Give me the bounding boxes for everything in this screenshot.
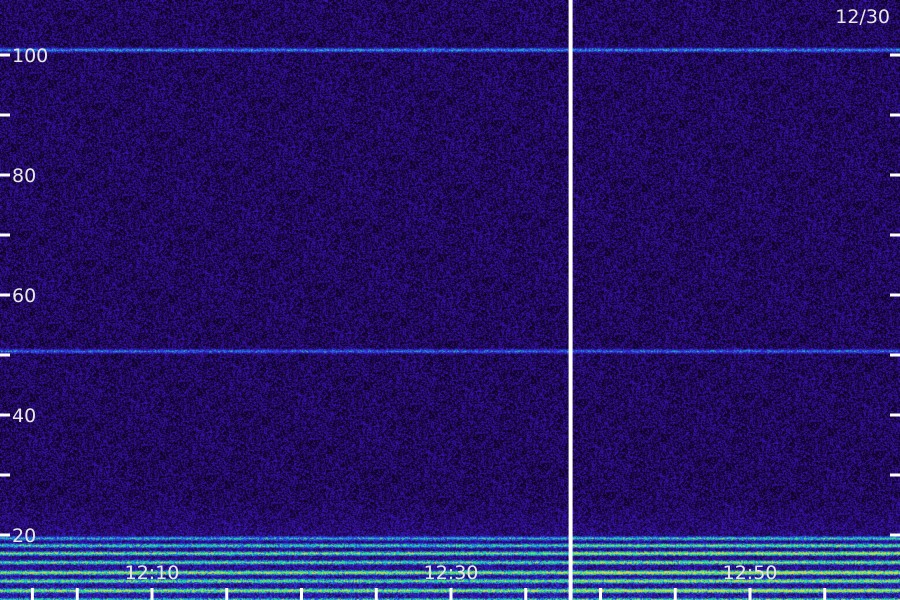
y-tick-label: 100: [12, 45, 48, 67]
x-tick-label: 12:50: [723, 562, 778, 584]
y-tick-label: 20: [12, 525, 36, 547]
y-tick-label: 60: [12, 285, 36, 307]
y-tick-label: 80: [12, 165, 36, 187]
date-label: 12/30: [835, 6, 890, 28]
y-tick-label: 40: [12, 405, 36, 427]
x-axis-ticks: 12:10 12:30 12:50: [30, 562, 827, 600]
y-axis-ticks: 20 40 60 80 100: [0, 45, 900, 547]
x-tick-label: 12:30: [424, 562, 479, 584]
x-tick-label: 12:10: [125, 562, 180, 584]
chart-overlay: 20 40 60 80 100 12:10 12:30 12:50 12/30: [0, 0, 900, 600]
